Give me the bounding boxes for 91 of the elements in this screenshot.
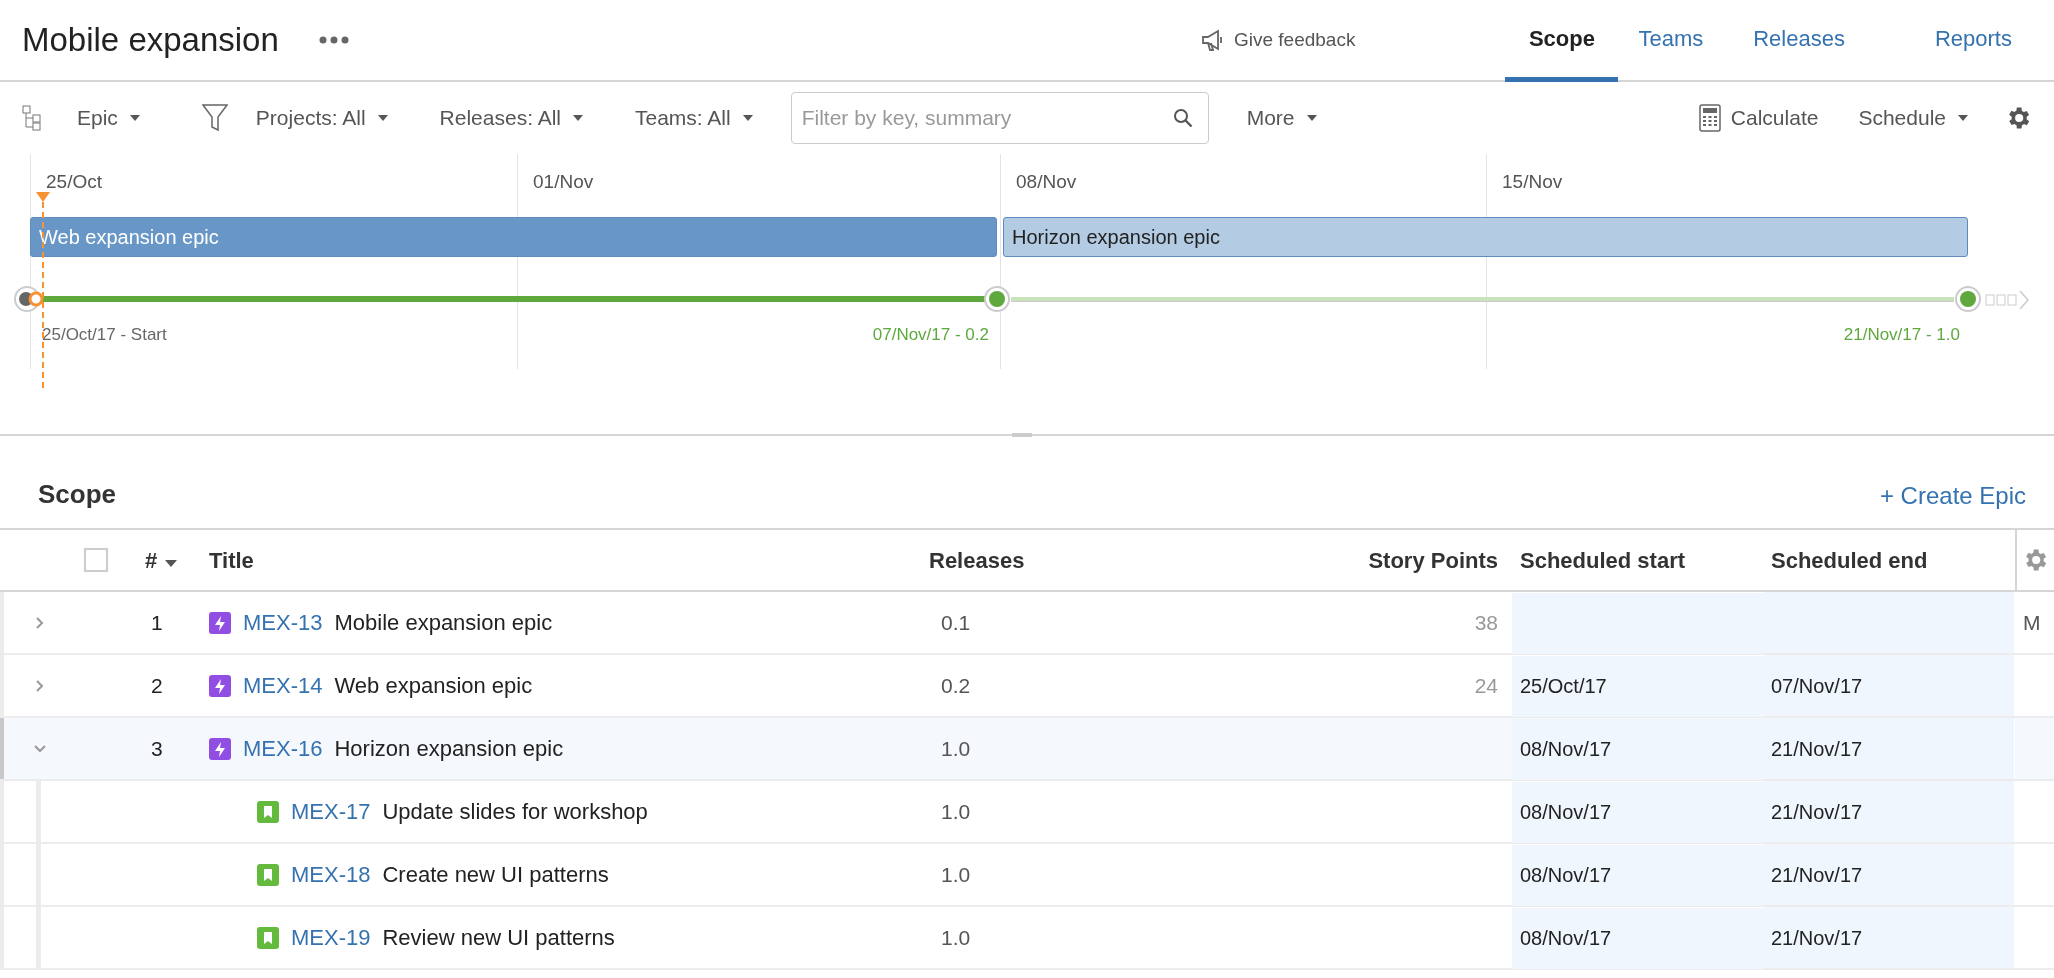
table-cell-text: 1.0 [941, 798, 971, 825]
table-cell-text: 0.2 [941, 672, 971, 699]
row-number: 1 [151, 609, 164, 636]
schedule-dropdown[interactable]: Schedule [1858, 102, 1968, 134]
table-cell-text: 08/Nov/17 [1520, 800, 1612, 825]
issue-key-link[interactable]: MEX-19 [291, 921, 371, 954]
caret-icon [573, 115, 583, 121]
caret-icon [129, 115, 140, 121]
lightning-icon [209, 737, 231, 760]
calculator-icon [1698, 104, 1721, 132]
issue-title: Create new UI patterns [382, 861, 609, 889]
caret-icon [742, 115, 753, 121]
table-cell-text: 38 [1474, 609, 1498, 636]
date-tick-label: 25/Oct [46, 170, 102, 194]
table-cell-text: 1.0 [941, 861, 971, 888]
milestone-label: 07/Nov/17 - 0.2 [872, 324, 989, 346]
lightning-icon [209, 674, 231, 697]
table-cell-text: 08/Nov/17 [1520, 926, 1612, 951]
column-header[interactable]: Scheduled end [1771, 543, 1928, 577]
section-title: Scope [38, 478, 117, 511]
search-icon [1172, 108, 1193, 128]
issue-title: Web expansion epic [334, 672, 533, 700]
column-header[interactable]: # [145, 543, 158, 577]
chevron-down-icon[interactable] [34, 742, 46, 755]
issue-key-link[interactable]: MEX-17 [291, 795, 371, 828]
bookmark-icon [257, 926, 279, 949]
filter-dropdown[interactable]: Teams: All [635, 102, 753, 134]
table-row[interactable]: 3 MEX-16 Horizon expansion epic 1.0 08/Nov/17 21/Nov/17 [0, 718, 2054, 781]
issue-key-link[interactable]: MEX-18 [291, 858, 371, 891]
table-cell-text: 1.0 [941, 924, 971, 951]
table-cell-text: 21/Nov/17 [1771, 862, 1863, 888]
table-cell-text: 21/Nov/17 [1771, 925, 1863, 951]
table-cell-text: 21/Nov/17 [1771, 799, 1863, 825]
bookmark-icon [257, 863, 279, 886]
table-cell-text: 0.1 [941, 609, 971, 636]
issue-title: Review new UI patterns [382, 924, 615, 952]
issue-title: Update slides for workshop [382, 798, 648, 826]
row-number: 3 [151, 735, 164, 762]
select-all-checkbox[interactable] [84, 548, 108, 572]
table-cell-text: 25/Oct/17 [1520, 674, 1607, 699]
column-header[interactable]: Releases [929, 543, 1025, 577]
table-cell-text: 24 [1474, 672, 1498, 699]
search-field[interactable]: Filter by key, summary [790, 92, 1209, 144]
chevron-right-icon[interactable] [34, 616, 46, 629]
epic-timeline-bar[interactable]: Horizon expansion epic [1003, 217, 1968, 257]
issue-key-link[interactable]: MEX-13 [243, 606, 323, 639]
table-row[interactable]: 1 MEX-13 Mobile expansion epic 0.1 38 M [0, 592, 2054, 655]
more-dropdown[interactable]: More [1246, 102, 1317, 134]
issue-title: Horizon expansion epic [334, 735, 564, 763]
nav-tab[interactable]: Reports [1914, 0, 2032, 82]
nav-tab[interactable]: Releases [1733, 0, 1865, 82]
milestone-label: 21/Nov/17 - 1.0 [1843, 324, 1960, 346]
caret-icon [377, 115, 388, 121]
date-tick-label: 15/Nov [1502, 170, 1563, 194]
hierarchy-icon [22, 105, 42, 131]
milestone-label: 25/Oct/17 - Start [42, 324, 167, 346]
column-header[interactable]: Story Points [1368, 543, 1498, 577]
caret-icon [1958, 115, 1968, 121]
bookmark-icon [257, 800, 279, 823]
date-tick-label: 08/Nov [1016, 170, 1077, 194]
row-number: 2 [151, 672, 164, 699]
issue-key-link[interactable]: MEX-14 [243, 669, 323, 702]
sort-caret-icon[interactable] [165, 559, 178, 567]
give-feedback-link[interactable]: Give feedback [1233, 25, 1356, 55]
table-cell-text: 08/Nov/17 [1520, 863, 1612, 888]
lightning-icon [209, 611, 231, 634]
filter-dropdown[interactable]: Projects: All [255, 102, 388, 134]
release-marker-icon[interactable] [1954, 285, 1982, 313]
table-row[interactable]: 2 MEX-14 Web expansion epic 0.2 24 25/Oct/17 07/Nov/17 [0, 655, 2054, 718]
filter-dropdown[interactable]: Releases: All [439, 102, 583, 134]
calculate-button[interactable]: Calculate [1730, 102, 1819, 134]
nav-tab[interactable]: Scope [1505, 0, 1619, 82]
column-header[interactable]: Scheduled start [1520, 543, 1686, 577]
nav-tab[interactable]: Teams [1618, 0, 1724, 82]
table-cell-text: M [2023, 609, 2041, 636]
table-cell-text: 08/Nov/17 [1520, 737, 1612, 762]
more-options-icon[interactable] [318, 36, 349, 44]
column-header[interactable]: Title [209, 543, 254, 577]
chevron-right-icon[interactable] [34, 679, 46, 692]
release-marker-icon[interactable] [983, 285, 1011, 313]
table-cell-text: 21/Nov/17 [1771, 736, 1863, 762]
filter-icon [201, 104, 228, 132]
date-tick-label: 01/Nov [533, 170, 594, 194]
create-epic-link[interactable]: + Create Epic [1879, 478, 2026, 514]
issue-title: Mobile expansion epic [334, 609, 553, 637]
page-title: Mobile expansion [22, 20, 279, 61]
hierarchy-dropdown[interactable]: Epic [77, 102, 140, 134]
table-cell-text: 1.0 [941, 735, 971, 762]
table-cell-text: 07/Nov/17 [1771, 673, 1863, 699]
caret-icon [1306, 115, 1317, 121]
issue-key-link[interactable]: MEX-16 [243, 732, 323, 765]
